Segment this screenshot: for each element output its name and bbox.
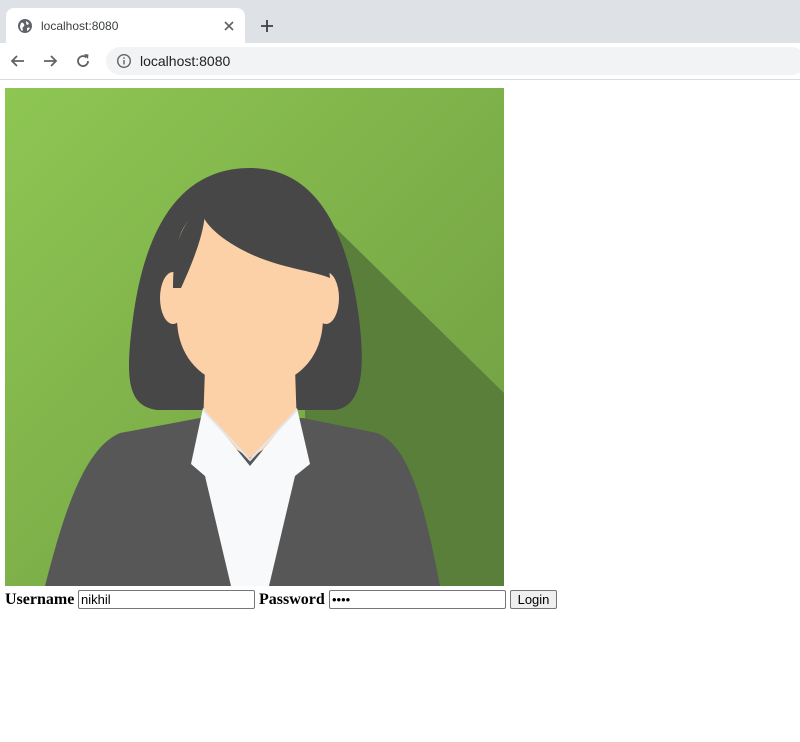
info-icon[interactable] (116, 53, 132, 69)
address-bar-url[interactable]: localhost:8080 (140, 53, 230, 69)
globe-icon (18, 19, 32, 33)
page-content: Username Password Login (0, 80, 800, 742)
plus-icon[interactable] (258, 17, 276, 35)
arrow-left-icon[interactable] (8, 51, 28, 71)
password-input[interactable] (329, 590, 506, 609)
address-bar[interactable]: localhost:8080 (106, 47, 800, 75)
login-button[interactable]: Login (510, 590, 557, 609)
tab-title: localhost:8080 (41, 19, 119, 33)
browser-toolbar: localhost:8080 (0, 43, 800, 80)
reload-icon[interactable] (73, 51, 93, 71)
arrow-right-icon[interactable] (40, 51, 60, 71)
username-input[interactable] (78, 590, 255, 609)
browser-tab[interactable]: localhost:8080 (6, 8, 245, 43)
tab-strip: localhost:8080 (0, 0, 800, 43)
password-label: Password (259, 591, 325, 608)
woman-avatar-icon (5, 88, 504, 586)
username-label: Username (5, 591, 75, 608)
close-icon[interactable] (221, 18, 237, 34)
